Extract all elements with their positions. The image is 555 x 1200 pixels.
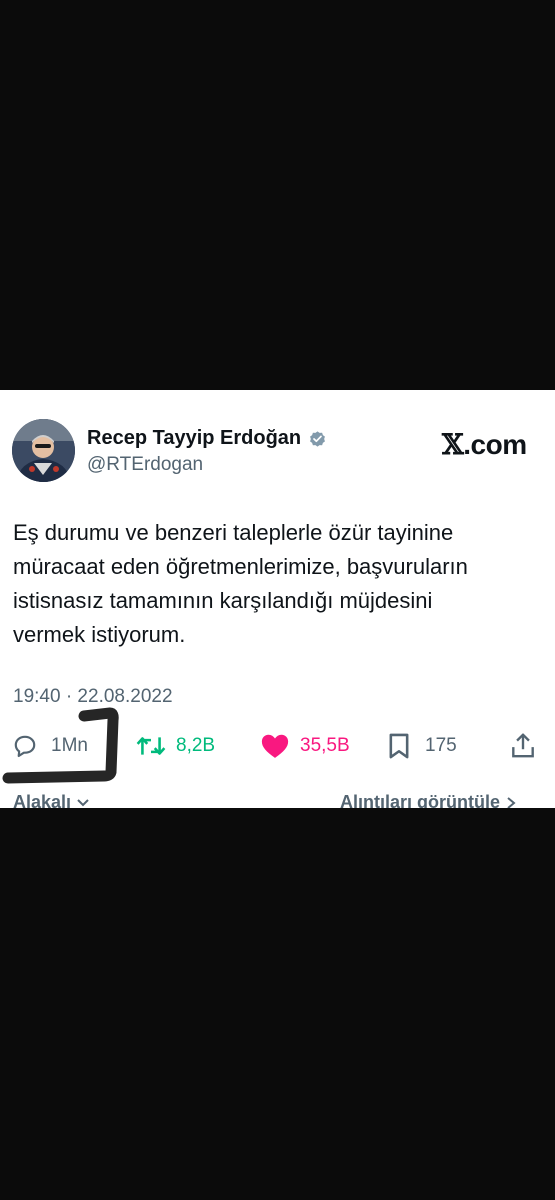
view-quotes-link[interactable]: Alıntıları görüntüle xyxy=(340,792,517,808)
tweet-text-line: vermek istiyorum. xyxy=(13,622,186,647)
bookmark-count: 175 xyxy=(425,735,457,756)
tweet-text-line: müracaat eden öğretmenlerimize, başvurul… xyxy=(13,554,468,579)
chevron-down-icon xyxy=(77,799,89,807)
x-com-logo: 𝕏.com xyxy=(442,428,527,461)
reply-button[interactable]: 1Mn xyxy=(12,728,88,764)
heart-icon xyxy=(261,734,289,758)
author-name-row[interactable]: Recep Tayyip Erdoğan xyxy=(87,427,327,450)
tweet-text-line: istisnasız tamamının karşılandığı müjdes… xyxy=(13,588,433,613)
tweet-card: Recep Tayyip Erdoğan @RTErdogan 𝕏.com Eş… xyxy=(0,390,555,808)
verified-badge-icon xyxy=(310,431,326,447)
share-button[interactable] xyxy=(510,728,536,764)
bottom-links: Alakalı Alıntıları görüntüle xyxy=(0,790,555,808)
action-bar: 1Mn 8,2B 35,5B 175 xyxy=(0,728,555,764)
reply-count: 1Mn xyxy=(51,735,88,756)
reply-icon xyxy=(14,735,36,758)
share-icon xyxy=(512,733,534,758)
like-count: 35,5B xyxy=(300,735,350,756)
top-black-area xyxy=(0,0,555,390)
retweet-icon xyxy=(136,737,166,755)
x-com-suffix: .com xyxy=(463,429,527,460)
author-name[interactable]: Recep Tayyip Erdoğan xyxy=(87,427,301,450)
view-quotes-label: Alıntıları görüntüle xyxy=(340,792,500,808)
tweet-text: Eş durumu ve benzeri taleplerle özür tay… xyxy=(13,516,543,652)
related-link[interactable]: Alakalı xyxy=(13,792,90,808)
avatar[interactable] xyxy=(12,419,75,482)
bookmark-icon xyxy=(389,733,409,759)
chevron-right-icon xyxy=(507,797,516,808)
related-label: Alakalı xyxy=(13,792,72,808)
avatar-image xyxy=(12,419,75,482)
retweet-count: 8,2B xyxy=(176,735,216,756)
x-logo-icon: 𝕏 xyxy=(442,428,464,461)
like-button[interactable]: 35,5B xyxy=(260,728,350,764)
tweet-text-line: Eş durumu ve benzeri taleplerle özür tay… xyxy=(13,520,454,545)
retweet-button[interactable]: 8,2B xyxy=(136,728,215,764)
tweet-timestamp[interactable]: 19:40 · 22.08.2022 xyxy=(13,686,173,708)
bottom-black-area xyxy=(0,808,555,1200)
bookmark-button[interactable]: 175 xyxy=(387,728,457,764)
author-handle[interactable]: @RTErdogan xyxy=(87,454,203,476)
